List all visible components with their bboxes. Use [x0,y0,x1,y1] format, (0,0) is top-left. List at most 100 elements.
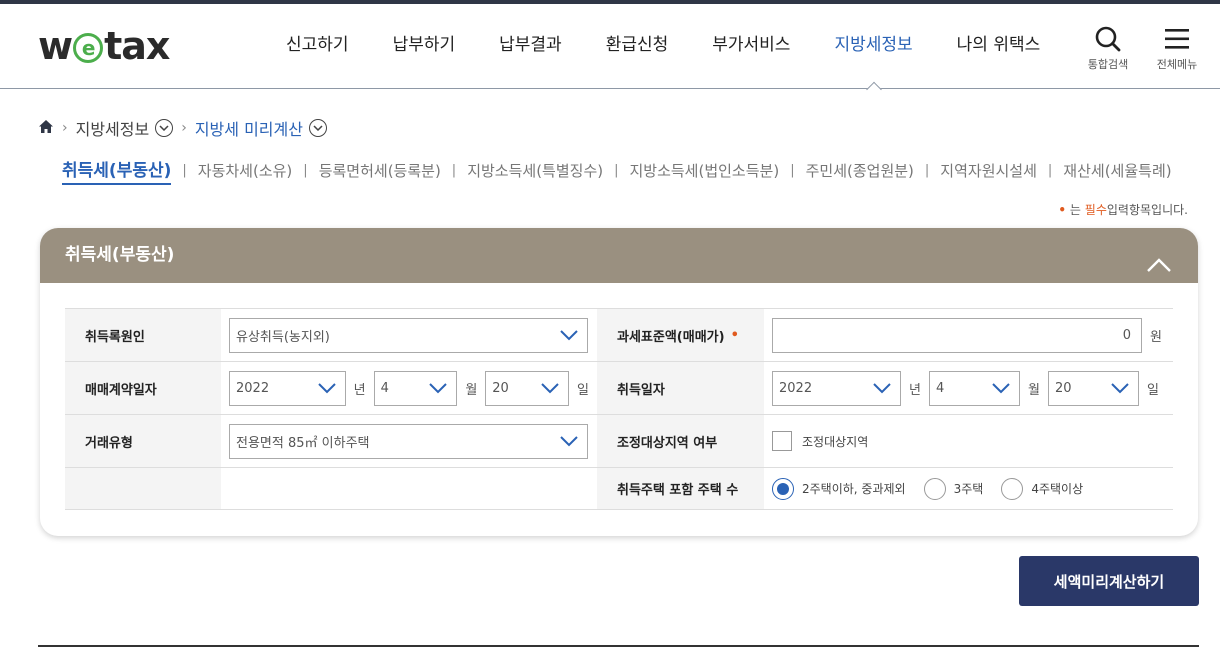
chevron-down-icon [540,381,560,395]
form-row: 취득록원인 유상취득(농지외) 과세표준액(매매가) • 0 원 [65,309,1173,362]
tab-local-income-tax-withholding[interactable]: 지방소득세(특별징수) [467,160,603,181]
label-contract-date: 매매계약일자 [65,362,221,414]
calc-panel: 취득세(부동산) 취득록원인 유상취득(농지외) 과세표준액(매매가) • 0 원 [40,228,1198,536]
acq-month-select[interactable]: 4 [928,370,1020,406]
tab-acquisition-tax-realestate[interactable]: 취득세(부동산) [62,156,172,185]
breadcrumb-level1[interactable]: 지방세정보 [76,116,150,140]
chevron-down-icon [991,381,1011,395]
empty-cell [221,468,597,509]
tab-divider: | [790,163,795,178]
chevron-down-icon[interactable] [155,119,174,137]
breadcrumb: › 지방세정보 › 지방세 미리계산 [38,116,327,140]
nav-item-report[interactable]: 신고하기 [264,4,371,89]
adjusted-region-checkbox[interactable] [772,431,792,451]
acq-month-value: 4 [935,380,945,396]
acquisition-date-cell: 2022 년 4 월 20 일 [764,362,1173,414]
form-row: 거래유형 전용면적 85㎡ 이하주택 조정대상지역 여부 조정대상지역 [65,415,1173,468]
required-note-em: 필수 [1084,203,1107,217]
acq-day-value: 20 [1054,380,1072,396]
adjusted-region-checkbox-label[interactable]: 조정대상지역 [802,433,868,450]
house-count-radio-2[interactable] [923,477,946,500]
all-menu-button[interactable]: 전체메뉴 [1152,24,1202,72]
tax-base-input[interactable]: 0 [772,317,1142,353]
chevron-down-icon[interactable] [308,119,327,137]
tab-divider: | [1047,163,1053,178]
tab-vehicle-tax[interactable]: 자동차세(소유) [198,160,293,181]
tab-property-tax-special[interactable]: 재산세(세율특례) [1063,160,1171,181]
breadcrumb-separator-icon: › [62,120,68,136]
nav-item-pay-result[interactable]: 납부결과 [477,4,584,89]
search-button[interactable]: 통합검색 [1082,24,1134,72]
year-unit: 년 [909,382,921,398]
panel-title: 취득세(부동산) [65,245,175,265]
search-icon [1082,24,1134,54]
label-tax-base: 과세표준액(매매가) • [597,309,764,361]
contract-month-select[interactable]: 4 [373,370,458,406]
logo-e-circle: e [73,33,104,63]
logo-tax: tax [104,24,170,68]
house-count-radio-3[interactable] [1001,477,1024,500]
house-count-radio-3-label[interactable]: 4주택이상 [1031,480,1083,497]
house-count-radio-1-label[interactable]: 2주택이하, 중과제외 [802,480,906,497]
logo-w: w [38,24,73,68]
label-adjusted-region: 조정대상지역 여부 [597,415,764,467]
form-row: 취득주택 포함 주택 수 2주택이하, 중과제외 3주택 4주택이상 [65,468,1173,510]
all-menu-label: 전체메뉴 [1156,58,1198,71]
tab-registration-license-tax[interactable]: 등록면허세(등록분) [319,160,441,181]
nav-item-my-wetax[interactable]: 나의 위택스 [935,4,1063,89]
transaction-type-value: 전용면적 85㎡ 이하주택 [236,435,370,451]
chevron-down-icon [872,381,892,395]
panel-header[interactable]: 취득세(부동산) [40,228,1198,283]
acq-year-select[interactable]: 2022 [772,370,901,406]
transaction-type-select[interactable]: 전용면적 85㎡ 이하주택 [229,423,588,459]
home-icon[interactable] [38,119,54,138]
acq-year-value: 2022 [779,380,813,396]
nav-item-extra-services[interactable]: 부가서비스 [690,4,812,89]
calc-form: 취득록원인 유상취득(농지외) 과세표준액(매매가) • 0 원 매매계약일자 [65,308,1173,510]
won-unit: 원 [1150,329,1162,345]
chevron-down-icon [428,381,448,395]
tax-base-cell: 0 원 [764,309,1173,361]
tab-resident-tax-employee[interactable]: 주민세(종업원분) [806,160,914,181]
contract-month-value: 4 [380,380,389,396]
required-dot: • [730,327,739,343]
calculate-tax-button[interactable]: 세액미리계산하기 [1019,556,1199,606]
chevron-down-icon [559,434,579,448]
cause-cell: 유상취득(농지외) [221,309,597,361]
search-label: 통합검색 [1087,58,1129,71]
label-tax-base-text: 과세표준액(매매가) [617,329,725,345]
tab-local-income-tax-corporate[interactable]: 지방소득세(법인소득분) [629,160,779,181]
day-unit: 일 [1146,382,1159,398]
chevron-up-icon[interactable] [1146,244,1172,272]
chevron-down-icon [317,381,337,395]
tab-regional-resource-facility-tax[interactable]: 지역자원시설세 [940,160,1037,181]
nav-item-pay[interactable]: 납부하기 [371,4,478,89]
acq-day-select[interactable]: 20 [1047,370,1139,406]
contract-day-select[interactable]: 20 [485,370,570,406]
required-note: • 는 필수입력항목입니다. [1058,201,1188,218]
form-row: 매매계약일자 2022 년 4 월 20 일 취득일자 2022 년 4 월 2… [65,362,1173,415]
contract-day-value: 20 [492,380,509,396]
chevron-down-icon [1110,381,1130,395]
house-count-radio-1[interactable] [772,477,794,500]
house-count-cell: 2주택이하, 중과제외 3주택 4주택이상 [764,468,1173,509]
nav-item-local-tax-info[interactable]: 지방세정보 [812,4,934,89]
cause-select-value: 유상취득(농지외) [236,329,330,345]
contract-year-select[interactable]: 2022 [229,370,346,406]
tab-divider: | [924,163,930,178]
house-count-radio-2-label[interactable]: 3주택 [954,480,984,497]
contract-date-cell: 2022 년 4 월 20 일 [221,362,597,414]
cause-select[interactable]: 유상취득(농지외) [229,317,588,353]
breadcrumb-current[interactable]: 지방세 미리계산 [195,116,303,140]
month-unit: 월 [1027,382,1040,398]
tab-divider: | [451,163,457,178]
month-unit: 월 [465,382,478,398]
contract-year-value: 2022 [236,380,270,396]
adjusted-region-cell: 조정대상지역 [764,415,1173,467]
wetax-logo[interactable]: w e tax [38,24,170,68]
empty-header-cell [65,468,221,509]
tab-divider: | [182,163,187,178]
nav-item-refund[interactable]: 환급신청 [584,4,691,89]
site-header: w e tax 신고하기 납부하기 납부결과 환급신청 부가서비스 지방세정보 나의… [0,4,1220,89]
chevron-down-icon [559,328,579,342]
